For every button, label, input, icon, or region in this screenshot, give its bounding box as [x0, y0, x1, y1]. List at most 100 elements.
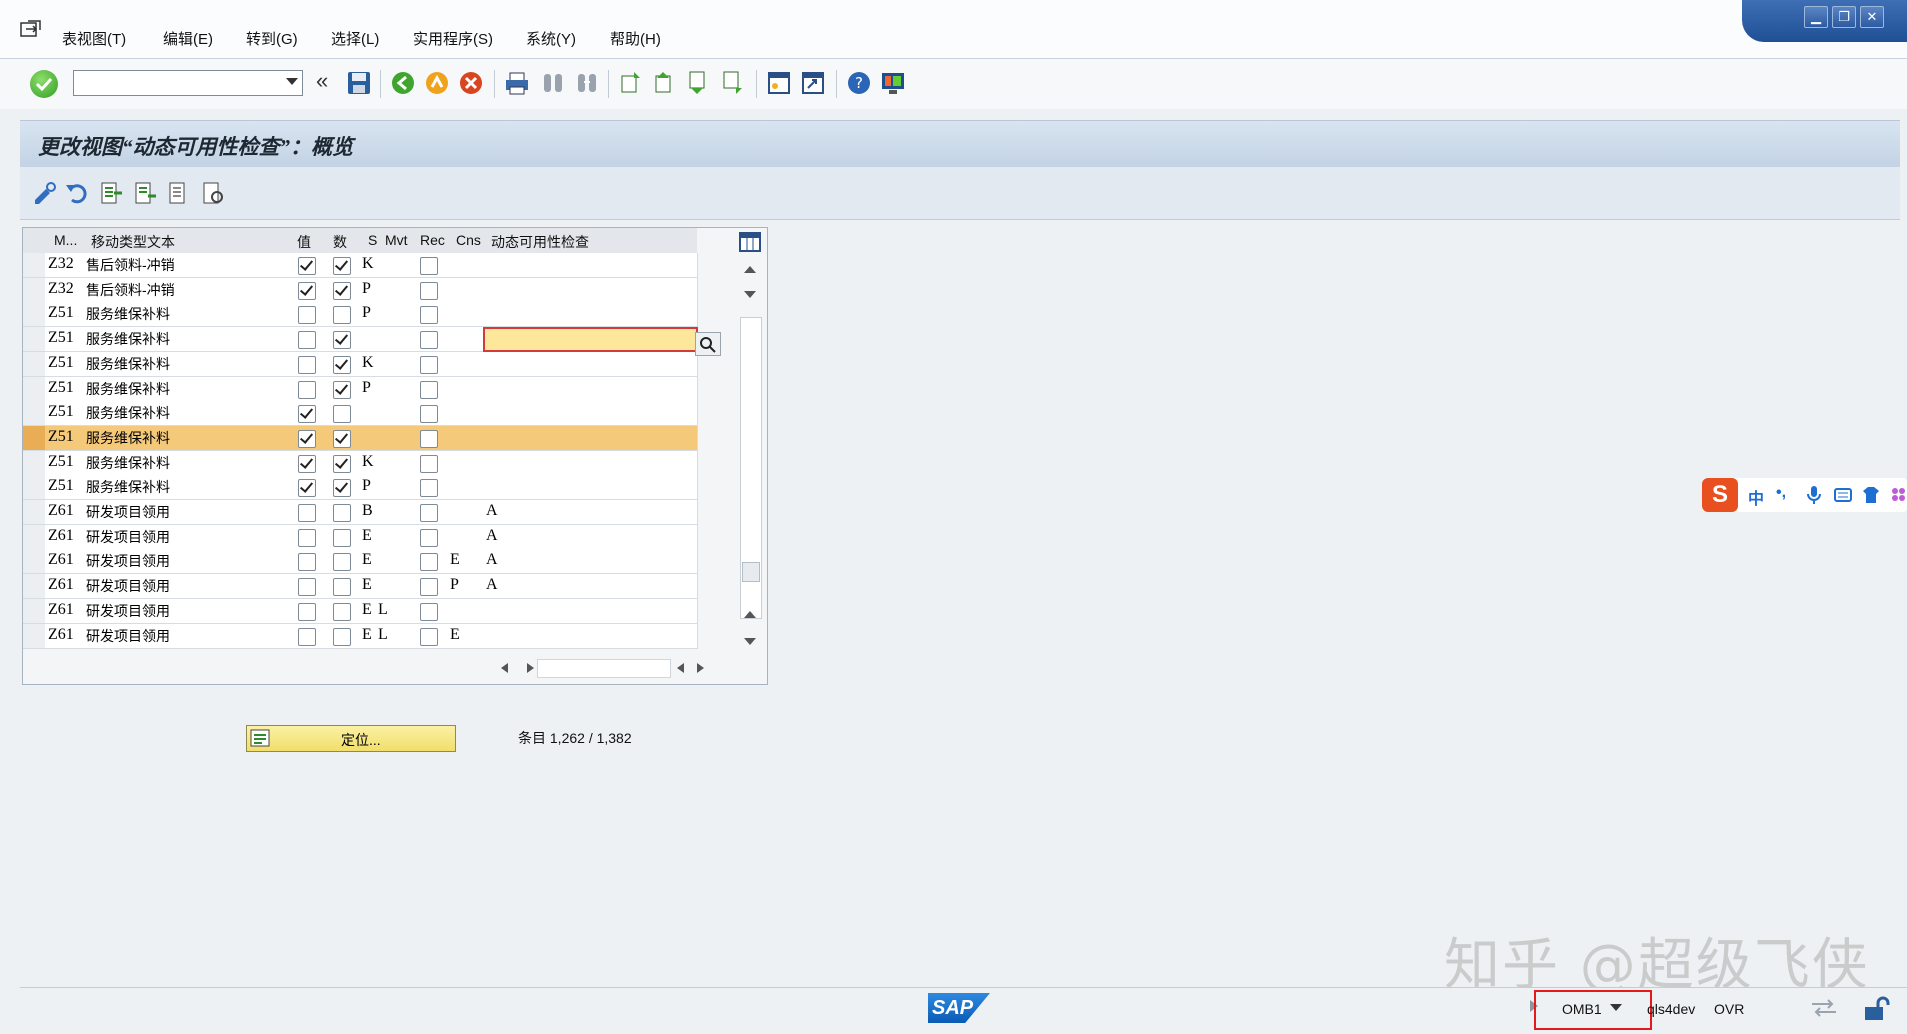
- availability-check[interactable]: A: [486, 527, 498, 545]
- receipt-indicator-checkbox[interactable]: [420, 578, 438, 597]
- status-dropdown-icon[interactable]: [1610, 1004, 1622, 1011]
- column-header-cns[interactable]: Cns: [456, 232, 481, 248]
- row-selector[interactable]: [23, 598, 46, 624]
- shortcut-icon[interactable]: [800, 70, 826, 96]
- receipt-indicator-checkbox[interactable]: [420, 257, 438, 275]
- availability-check-cell[interactable]: [483, 351, 698, 377]
- command-dropdown-icon[interactable]: [286, 78, 298, 85]
- availability-check[interactable]: A: [486, 576, 498, 594]
- availability-check-cell[interactable]: [483, 401, 698, 427]
- availability-check-cell[interactable]: [483, 253, 698, 278]
- first-page-icon[interactable]: [618, 70, 644, 96]
- scroll-down-icon[interactable]: [744, 291, 756, 298]
- availability-check-cell[interactable]: [483, 327, 698, 353]
- qty-update-checkbox[interactable]: [333, 602, 351, 621]
- select-all-icon[interactable]: [98, 180, 124, 206]
- qty-update-checkbox[interactable]: [333, 578, 351, 597]
- table-row[interactable]: Z61 研发项目领用 E E A: [23, 549, 698, 575]
- column-header-movement-type[interactable]: M...: [54, 232, 77, 248]
- table-row[interactable]: Z51 服务维保补料: [23, 327, 698, 353]
- table-row[interactable]: Z51 服务维保补料 P: [23, 302, 698, 328]
- minimize-button[interactable]: ▁: [1804, 6, 1828, 28]
- receipt-indicator-checkbox[interactable]: [420, 528, 438, 547]
- availability-check-cell[interactable]: [483, 425, 698, 451]
- menu-help[interactable]: 帮助(H): [610, 28, 661, 49]
- print-icon[interactable]: [504, 70, 530, 96]
- value-update-checkbox[interactable]: [298, 429, 316, 448]
- find-icon[interactable]: [540, 70, 566, 96]
- lock-icon[interactable]: [1862, 996, 1890, 1022]
- table-row[interactable]: Z51 服务维保补料: [23, 425, 698, 451]
- menu-goto[interactable]: 转到(G): [246, 28, 298, 49]
- table-row[interactable]: Z51 服务维保补料: [23, 401, 698, 427]
- receipt-indicator-checkbox[interactable]: [420, 380, 438, 399]
- column-header-value[interactable]: 值: [297, 232, 311, 252]
- table-row[interactable]: Z61 研发项目领用 B A: [23, 500, 698, 525]
- table-row[interactable]: Z32 售后领料-冲销 K: [23, 253, 698, 278]
- column-header-s[interactable]: S: [368, 232, 377, 248]
- value-update-checkbox[interactable]: [298, 331, 316, 350]
- receipt-indicator-checkbox[interactable]: [420, 479, 438, 498]
- row-selector[interactable]: [23, 475, 46, 501]
- value-update-checkbox[interactable]: [298, 627, 316, 646]
- row-selector[interactable]: [23, 549, 46, 575]
- scroll-up-bottom-icon[interactable]: [744, 611, 756, 618]
- skin-icon[interactable]: [1862, 486, 1880, 504]
- availability-check-cell[interactable]: A: [483, 549, 698, 575]
- availability-check[interactable]: A: [486, 502, 498, 520]
- ime-punctuation[interactable]: •,: [1776, 484, 1786, 502]
- value-update-checkbox[interactable]: [298, 553, 316, 572]
- availability-check-cell[interactable]: [483, 598, 698, 624]
- layout-menu-icon[interactable]: [880, 70, 906, 96]
- table-row[interactable]: Z51 服务维保补料 P: [23, 376, 698, 402]
- qty-update-checkbox[interactable]: [333, 504, 351, 522]
- qty-update-checkbox[interactable]: [333, 479, 351, 498]
- scroll-down-bottom-icon[interactable]: [744, 638, 756, 645]
- display-change-icon[interactable]: [32, 180, 58, 206]
- availability-check-cell[interactable]: [483, 450, 698, 476]
- scroll-left-end-icon[interactable]: [677, 663, 684, 673]
- row-selector[interactable]: [23, 500, 46, 525]
- value-update-checkbox[interactable]: [298, 257, 316, 275]
- last-page-icon[interactable]: [720, 70, 746, 96]
- receipt-indicator-checkbox[interactable]: [420, 355, 438, 374]
- select-block-icon[interactable]: [132, 180, 158, 206]
- receipt-indicator-checkbox[interactable]: [420, 454, 438, 473]
- table-row[interactable]: Z51 服务维保补料 P: [23, 475, 698, 501]
- qty-update-checkbox[interactable]: [333, 306, 351, 325]
- column-config-icon[interactable]: [739, 232, 761, 252]
- scroll-right-end-icon[interactable]: [697, 663, 704, 673]
- value-update-checkbox[interactable]: [298, 602, 316, 621]
- print-view-icon[interactable]: [200, 180, 226, 206]
- scroll-track[interactable]: [740, 317, 762, 619]
- column-header-text[interactable]: 移动类型文本: [91, 232, 175, 252]
- availability-check-cell[interactable]: [483, 623, 698, 649]
- availability-check-cell[interactable]: A: [483, 524, 698, 550]
- menu-system[interactable]: 系统(Y): [526, 28, 576, 49]
- row-selector[interactable]: [23, 425, 46, 451]
- availability-check-cell[interactable]: A: [483, 500, 698, 525]
- scroll-left-icon[interactable]: [501, 663, 508, 673]
- save-icon[interactable]: [346, 70, 372, 96]
- value-update-checkbox[interactable]: [298, 454, 316, 473]
- row-selector[interactable]: [23, 401, 46, 427]
- column-header-quantity[interactable]: 数: [333, 232, 347, 252]
- table-row[interactable]: Z61 研发项目领用 E A: [23, 524, 698, 550]
- availability-check-cell[interactable]: [483, 302, 698, 328]
- value-update-checkbox[interactable]: [298, 355, 316, 374]
- sogou-logo-icon[interactable]: S: [1702, 478, 1738, 512]
- cancel-icon[interactable]: [458, 70, 484, 96]
- receipt-indicator-checkbox[interactable]: [420, 602, 438, 621]
- position-button[interactable]: 定位...: [246, 725, 456, 752]
- availability-check-cell[interactable]: [483, 277, 698, 303]
- receipt-indicator-checkbox[interactable]: [420, 504, 438, 522]
- table-row[interactable]: Z32 售后领料-冲销 P: [23, 277, 698, 303]
- qty-update-checkbox[interactable]: [333, 380, 351, 399]
- microphone-icon[interactable]: [1806, 485, 1822, 505]
- value-update-checkbox[interactable]: [298, 578, 316, 597]
- undo-icon[interactable]: [64, 180, 90, 206]
- receipt-indicator-checkbox[interactable]: [420, 281, 438, 300]
- vertical-scrollbar[interactable]: [737, 228, 763, 684]
- scroll-right-icon[interactable]: [527, 663, 534, 673]
- row-selector[interactable]: [23, 253, 46, 278]
